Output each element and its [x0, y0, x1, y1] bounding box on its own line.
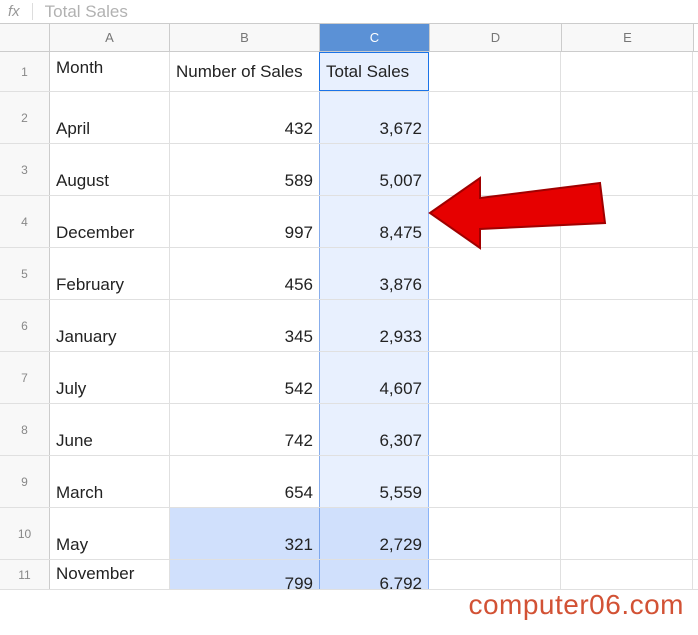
row-header-2[interactable]: 2: [0, 92, 50, 143]
cell-E8[interactable]: [561, 404, 693, 455]
table-row: 5 February 456 3,876: [0, 248, 698, 300]
cell-E5[interactable]: [561, 248, 693, 299]
cell-A10[interactable]: May: [50, 508, 170, 559]
cell-C7[interactable]: 4,607: [319, 352, 429, 403]
column-headers: A B C D E: [0, 24, 698, 52]
watermark: computer06.com: [468, 589, 684, 621]
cell-E9[interactable]: [561, 456, 693, 507]
cell-C1[interactable]: Total Sales: [319, 52, 429, 91]
cell-D11[interactable]: [429, 560, 561, 589]
cell-E1[interactable]: [561, 52, 693, 91]
cell-C5[interactable]: 3,876: [319, 248, 429, 299]
table-row: 9 March 654 5,559: [0, 456, 698, 508]
column-header-B[interactable]: B: [170, 24, 320, 51]
row-header-10[interactable]: 10: [0, 508, 50, 559]
cell-D5[interactable]: [429, 248, 561, 299]
table-row: 11 November 799 6,792: [0, 560, 698, 590]
cell-A11[interactable]: November: [50, 560, 170, 589]
cell-E7[interactable]: [561, 352, 693, 403]
table-row: 10 May 321 2,729: [0, 508, 698, 560]
fx-label: fx: [8, 3, 33, 20]
row-header-4[interactable]: 4: [0, 196, 50, 247]
cell-A7[interactable]: July: [50, 352, 170, 403]
cell-C4[interactable]: 8,475: [319, 196, 429, 247]
table-row: 6 January 345 2,933: [0, 300, 698, 352]
cell-B1[interactable]: Number of Sales: [170, 52, 320, 91]
cell-D6[interactable]: [429, 300, 561, 351]
row-header-3[interactable]: 3: [0, 144, 50, 195]
cell-B11[interactable]: 799: [170, 560, 320, 589]
table-row: 7 July 542 4,607: [0, 352, 698, 404]
cell-A2[interactable]: April: [50, 92, 170, 143]
cell-C8[interactable]: 6,307: [319, 404, 429, 455]
cell-E6[interactable]: [561, 300, 693, 351]
cell-C3[interactable]: 5,007: [319, 144, 429, 195]
cell-C6[interactable]: 2,933: [319, 300, 429, 351]
cell-C9[interactable]: 5,559: [319, 456, 429, 507]
cell-D7[interactable]: [429, 352, 561, 403]
cell-D10[interactable]: [429, 508, 561, 559]
cell-A3[interactable]: August: [50, 144, 170, 195]
cell-D3[interactable]: [429, 144, 561, 195]
cell-A1[interactable]: Month: [50, 52, 170, 91]
column-header-D[interactable]: D: [430, 24, 562, 51]
formula-bar: fx Total Sales: [0, 0, 698, 24]
cell-A8[interactable]: June: [50, 404, 170, 455]
column-header-C[interactable]: C: [320, 24, 430, 51]
table-row: 1 Month Number of Sales Total Sales: [0, 52, 698, 92]
cell-D1[interactable]: [429, 52, 561, 91]
row-header-11[interactable]: 11: [0, 560, 50, 589]
cell-D4[interactable]: [429, 196, 561, 247]
cell-B8[interactable]: 742: [170, 404, 320, 455]
cell-A9[interactable]: March: [50, 456, 170, 507]
row-header-8[interactable]: 8: [0, 404, 50, 455]
table-row: 8 June 742 6,307: [0, 404, 698, 456]
cell-B10[interactable]: 321: [170, 508, 320, 559]
table-row: 4 December 997 8,475: [0, 196, 698, 248]
cell-E4[interactable]: [561, 196, 693, 247]
cell-B7[interactable]: 542: [170, 352, 320, 403]
cell-A6[interactable]: January: [50, 300, 170, 351]
row-header-9[interactable]: 9: [0, 456, 50, 507]
cell-E10[interactable]: [561, 508, 693, 559]
row-header-1[interactable]: 1: [0, 52, 50, 91]
formula-value[interactable]: Total Sales: [33, 2, 128, 22]
row-header-6[interactable]: 6: [0, 300, 50, 351]
row-header-7[interactable]: 7: [0, 352, 50, 403]
cell-B2[interactable]: 432: [170, 92, 320, 143]
column-header-A[interactable]: A: [50, 24, 170, 51]
cell-E11[interactable]: [561, 560, 693, 589]
spreadsheet: A B C D E 1 Month Number of Sales Total …: [0, 24, 698, 590]
select-all-corner[interactable]: [0, 24, 50, 51]
column-header-E[interactable]: E: [562, 24, 694, 51]
cell-B3[interactable]: 589: [170, 144, 320, 195]
cell-E3[interactable]: [561, 144, 693, 195]
cell-B6[interactable]: 345: [170, 300, 320, 351]
cell-B4[interactable]: 997: [170, 196, 320, 247]
cell-E2[interactable]: [561, 92, 693, 143]
cell-A4[interactable]: December: [50, 196, 170, 247]
cell-B9[interactable]: 654: [170, 456, 320, 507]
table-row: 2 April 432 3,672: [0, 92, 698, 144]
row-header-5[interactable]: 5: [0, 248, 50, 299]
cell-B5[interactable]: 456: [170, 248, 320, 299]
cell-D9[interactable]: [429, 456, 561, 507]
cell-C10[interactable]: 2,729: [319, 508, 429, 559]
cell-A5[interactable]: February: [50, 248, 170, 299]
cell-D8[interactable]: [429, 404, 561, 455]
table-row: 3 August 589 5,007: [0, 144, 698, 196]
cell-C2[interactable]: 3,672: [319, 92, 429, 143]
cell-C11[interactable]: 6,792: [319, 560, 429, 589]
cell-D2[interactable]: [429, 92, 561, 143]
